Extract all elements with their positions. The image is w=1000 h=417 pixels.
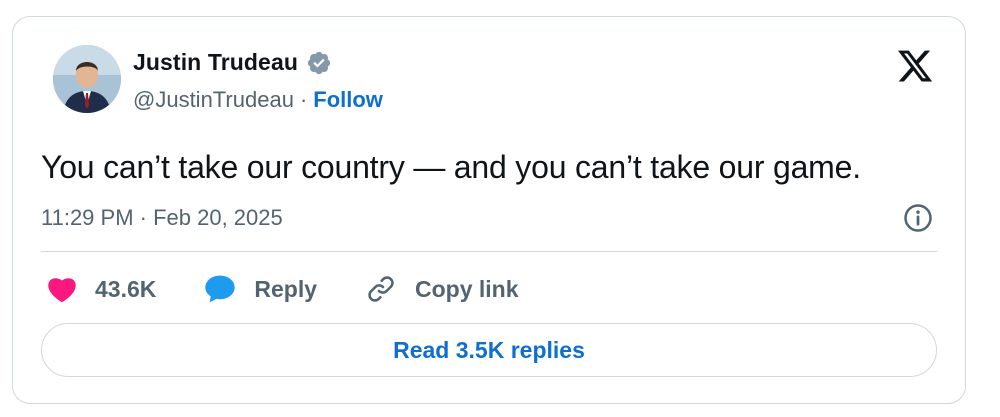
- like-button[interactable]: 43.6K: [47, 275, 156, 303]
- tweet-timestamp[interactable]: 11:29 PM · Feb 20, 2025: [41, 205, 283, 231]
- author-handle-row: @JustinTrudeau · Follow: [133, 87, 383, 113]
- handle-separator: ·: [299, 87, 308, 112]
- reply-button[interactable]: Reply: [204, 274, 317, 304]
- copy-link-button[interactable]: Copy link: [365, 273, 519, 305]
- action-bar: 43.6K Reply Copy link: [47, 269, 519, 309]
- read-replies-button[interactable]: Read 3.5K replies: [41, 323, 937, 377]
- copy-link-label: Copy link: [415, 275, 519, 302]
- avatar-image: [53, 45, 121, 113]
- reply-bubble-icon: [205, 275, 236, 303]
- tweet-card: Justin Trudeau @JustinTrudeau · Follow Y…: [12, 16, 966, 404]
- link-icon: [368, 276, 394, 302]
- x-logo-icon[interactable]: [895, 47, 935, 85]
- author-handle[interactable]: @JustinTrudeau: [133, 87, 294, 113]
- author-name[interactable]: Justin Trudeau: [133, 49, 298, 76]
- author-name-row: Justin Trudeau: [133, 49, 332, 76]
- follow-button[interactable]: Follow: [313, 87, 383, 113]
- heart-icon: [48, 278, 76, 303]
- info-icon[interactable]: [903, 203, 933, 233]
- avatar[interactable]: [53, 45, 121, 113]
- tweet-text: You can’t take our country — and you can…: [41, 149, 861, 185]
- like-count: 43.6K: [95, 275, 157, 302]
- divider: [41, 251, 937, 252]
- verified-badge-icon: [307, 51, 331, 74]
- reply-label: Reply: [254, 275, 318, 302]
